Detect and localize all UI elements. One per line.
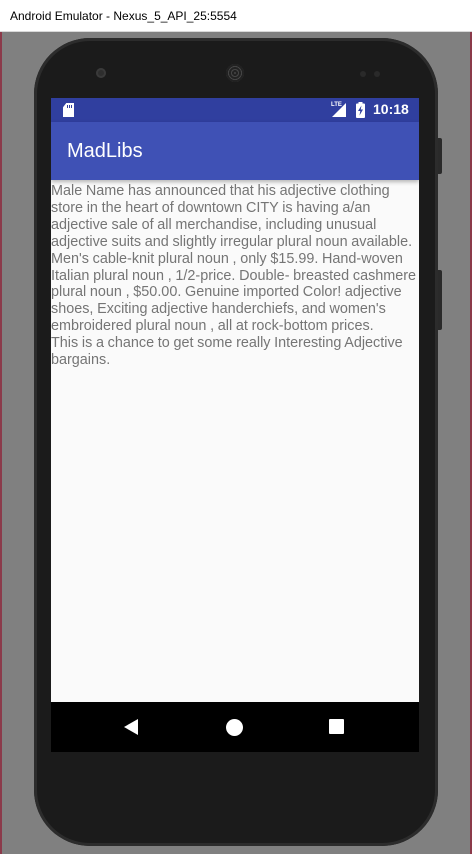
home-icon[interactable] xyxy=(226,719,243,736)
story-text: Male Name has announced that his adjecti… xyxy=(51,183,417,369)
app-title: MadLibs xyxy=(67,140,143,162)
device-screen[interactable]: LTE 10:18 MadLibs Male Name has announce… xyxy=(51,98,419,752)
signal-icon xyxy=(332,103,346,117)
status-bar[interactable]: LTE 10:18 xyxy=(51,98,419,122)
power-button[interactable] xyxy=(438,138,442,174)
sd-card-icon xyxy=(63,103,74,117)
status-clock: 10:18 xyxy=(373,101,409,117)
recent-apps-icon[interactable] xyxy=(329,719,344,734)
proximity-sensor-icon xyxy=(360,71,366,77)
emulator-title-bar[interactable]: Android Emulator - Nexus_5_API_25:5554 xyxy=(0,0,472,32)
earpiece-speaker-icon xyxy=(226,64,244,82)
navigation-bar xyxy=(51,702,419,752)
volume-button[interactable] xyxy=(438,270,442,330)
front-camera-icon xyxy=(96,68,106,78)
battery-charging-icon xyxy=(356,102,365,118)
light-sensor-icon xyxy=(374,71,380,77)
window-title: Android Emulator - Nexus_5_API_25:5554 xyxy=(10,9,237,23)
back-icon[interactable] xyxy=(124,719,138,735)
app-bar: MadLibs xyxy=(51,122,419,180)
window-border-left xyxy=(0,0,2,854)
